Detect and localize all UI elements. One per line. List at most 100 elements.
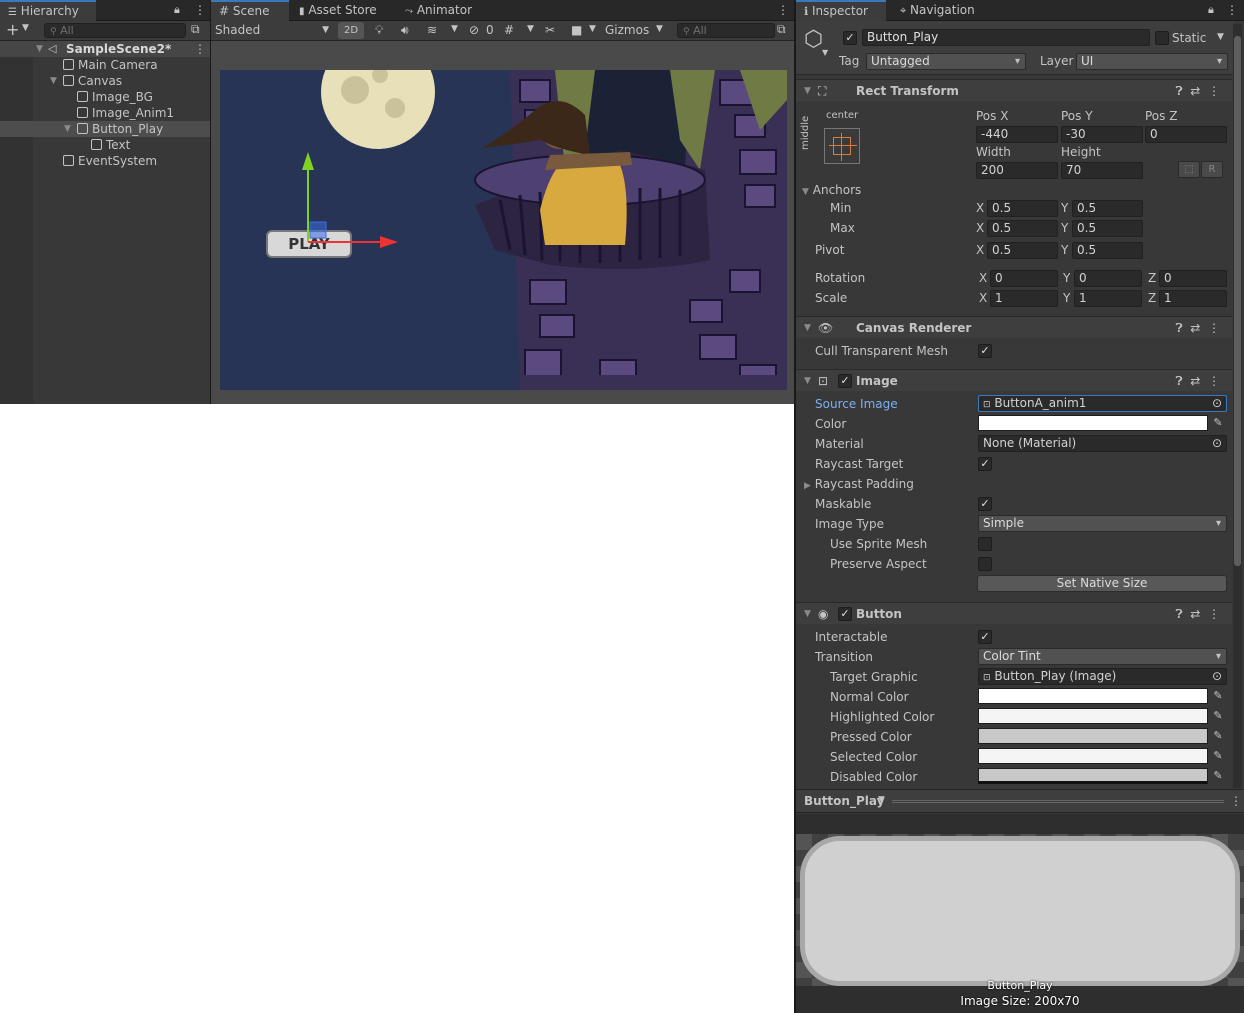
inspector-scrollbar[interactable] [1233, 24, 1242, 788]
anchor-presets-button[interactable] [824, 128, 860, 164]
cull-transparent-mesh-checkbox[interactable]: ✓ [978, 344, 992, 358]
preview-title-dropdown[interactable]: Button_Play [804, 794, 884, 808]
filter-icon[interactable]: ⧉ [777, 22, 786, 37]
blueprint-mode-button[interactable]: ⬚ [1178, 161, 1200, 178]
eyedropper-icon[interactable]: ✎ [1210, 728, 1226, 744]
audio-icon[interactable]: 🔊︎ [401, 23, 409, 38]
toggle-2d-button[interactable]: 2D [338, 22, 364, 39]
help-icon[interactable]: ❓︎ [1175, 84, 1182, 98]
chevron-down-icon[interactable]: ▼ [22, 23, 29, 33]
object-picker-icon[interactable]: ⊙ [1212, 669, 1222, 684]
hierarchy-item[interactable]: ▼ Canvas [0, 73, 210, 89]
maskable-checkbox[interactable]: ✓ [978, 497, 992, 511]
more-icon[interactable]: ⋮ [1226, 3, 1238, 17]
hierarchy-item[interactable]: EventSystem [0, 153, 210, 169]
hierarchy-item[interactable]: Text [0, 137, 210, 153]
filter-icon[interactable]: ⧉ [191, 22, 200, 37]
raycast-padding-foldout[interactable]: ▶ Raycast Padding [804, 475, 914, 493]
hierarchy-item[interactable]: Image_Anim1 [0, 105, 210, 121]
foldout-arrow-icon[interactable]: ▼ [804, 603, 811, 625]
eyedropper-icon[interactable]: ✎ [1210, 415, 1226, 431]
foldout-arrow-icon[interactable]: ▼ [804, 80, 811, 102]
target-graphic-field[interactable]: ⊡ Button_Play (Image) ⊙ [978, 668, 1227, 685]
scrollbar-thumb[interactable] [1234, 36, 1241, 566]
set-native-size-button[interactable]: Set Native Size [977, 575, 1227, 592]
height-field[interactable]: 70 [1061, 162, 1143, 179]
gizmos-dropdown[interactable]: Gizmos [605, 23, 649, 37]
add-icon[interactable]: + [6, 21, 19, 39]
anchor-max-x-field[interactable]: 0.5 [987, 220, 1058, 237]
eyedropper-icon[interactable]: ✎ [1210, 768, 1226, 784]
interactable-checkbox[interactable]: ✓ [978, 630, 992, 644]
transform-gizmo[interactable] [220, 70, 787, 390]
more-icon[interactable]: ⋮ [1230, 794, 1242, 808]
chevron-down-icon[interactable]: ▼ [822, 48, 828, 57]
active-checkbox[interactable]: ✓ [843, 31, 857, 45]
foldout-arrow-icon[interactable]: ▼ [804, 370, 811, 392]
hierarchy-item-selected[interactable]: ▼ Button_Play [0, 121, 210, 137]
chevron-down-icon[interactable]: ▼ [656, 24, 663, 34]
scale-x-field[interactable]: 1 [990, 290, 1058, 307]
more-icon[interactable]: ⋮ [1208, 607, 1220, 621]
pressed-color-swatch[interactable] [978, 728, 1208, 744]
presets-icon[interactable]: ⇄ [1190, 374, 1200, 388]
hierarchy-search-input[interactable]: ⚲ All [44, 23, 186, 38]
button-enabled-checkbox[interactable]: ✓ [838, 607, 852, 621]
chevron-down-icon[interactable]: ▼ [589, 24, 596, 34]
more-icon[interactable]: ⋮ [1208, 374, 1220, 388]
scale-y-field[interactable]: 1 [1074, 290, 1142, 307]
source-image-field[interactable]: ⊡ ButtonA_anim1 ⊙ [978, 395, 1227, 412]
image-header[interactable]: ▼ ⊡ ✓ Image ❓︎ ⇄ ⋮ [796, 369, 1232, 391]
pivot-y-field[interactable]: 0.5 [1072, 242, 1143, 259]
expand-arrow-icon[interactable]: ▼ [64, 121, 71, 137]
rotation-z-field[interactable]: 0 [1159, 270, 1227, 287]
shading-dropdown[interactable]: Shaded ▼ [215, 22, 331, 39]
more-icon[interactable]: ⋮ [194, 41, 206, 57]
tab-asset-store[interactable]: ▮ Asset Store [291, 0, 385, 21]
anchor-min-y-field[interactable]: 0.5 [1072, 200, 1143, 217]
tab-animator[interactable]: ⤳ Animator [397, 0, 480, 21]
presets-icon[interactable]: ⇄ [1190, 84, 1200, 98]
object-picker-icon[interactable]: ⊙ [1212, 396, 1222, 411]
eyedropper-icon[interactable]: ✎ [1210, 688, 1226, 704]
help-icon[interactable]: ❓︎ [1175, 321, 1182, 335]
scene-search-input[interactable]: ⚲ All [677, 23, 775, 38]
material-field[interactable]: None (Material) ⊙ [978, 435, 1227, 452]
more-icon[interactable]: ⋮ [777, 3, 789, 17]
chevron-down-icon[interactable]: ▼ [451, 24, 458, 34]
lock-icon[interactable]: 🔒︎ [1208, 3, 1214, 17]
disabled-color-swatch[interactable] [978, 768, 1208, 784]
help-icon[interactable]: ❓︎ [1175, 374, 1182, 388]
tab-inspector[interactable]: ℹ Inspector [796, 0, 886, 21]
hidden-objects-icon[interactable]: ⊘ [469, 23, 479, 37]
pos-x-field[interactable]: -440 [976, 126, 1058, 143]
tab-scene[interactable]: # Scene [211, 0, 289, 21]
help-icon[interactable]: ❓︎ [1175, 607, 1182, 621]
tab-navigation[interactable]: ⌖ Navigation [892, 0, 983, 21]
lock-icon[interactable]: 🔒︎ [174, 3, 180, 17]
scale-z-field[interactable]: 1 [1159, 290, 1227, 307]
eyedropper-icon[interactable]: ✎ [1210, 748, 1226, 764]
more-icon[interactable]: ⋮ [1208, 84, 1220, 98]
static-checkbox[interactable] [1155, 31, 1169, 45]
scene-row[interactable]: ▼ ◁ SampleScene2* ⋮ [0, 41, 210, 57]
pos-z-field[interactable]: 0 [1145, 126, 1227, 143]
normal-color-swatch[interactable] [978, 688, 1208, 704]
object-name-field[interactable]: Button_Play [862, 29, 1150, 46]
image-enabled-checkbox[interactable]: ✓ [838, 374, 852, 388]
presets-icon[interactable]: ⇄ [1190, 607, 1200, 621]
camera-icon[interactable]: ■ [571, 23, 582, 37]
anchor-min-x-field[interactable]: 0.5 [987, 200, 1058, 217]
rect-transform-header[interactable]: ▼ ⛶ Rect Transform ❓︎ ⇄ ⋮ [796, 79, 1232, 101]
chevron-down-icon[interactable]: ▼ [1217, 32, 1224, 42]
raw-edit-button[interactable]: R [1201, 161, 1223, 178]
eyedropper-icon[interactable]: ✎ [1210, 708, 1226, 724]
use-sprite-mesh-checkbox[interactable] [978, 537, 992, 551]
width-field[interactable]: 200 [976, 162, 1058, 179]
expand-arrow-icon[interactable]: ▼ [36, 41, 43, 57]
object-picker-icon[interactable]: ⊙ [1212, 436, 1222, 451]
image-type-dropdown[interactable]: Simple [978, 515, 1227, 532]
selected-color-swatch[interactable] [978, 748, 1208, 764]
canvas-renderer-header[interactable]: ▼ 👁︎ Canvas Renderer ❓︎ ⇄ ⋮ [796, 316, 1232, 338]
button-header[interactable]: ▼ ◉ ✓ Button ❓︎ ⇄ ⋮ [796, 602, 1232, 624]
